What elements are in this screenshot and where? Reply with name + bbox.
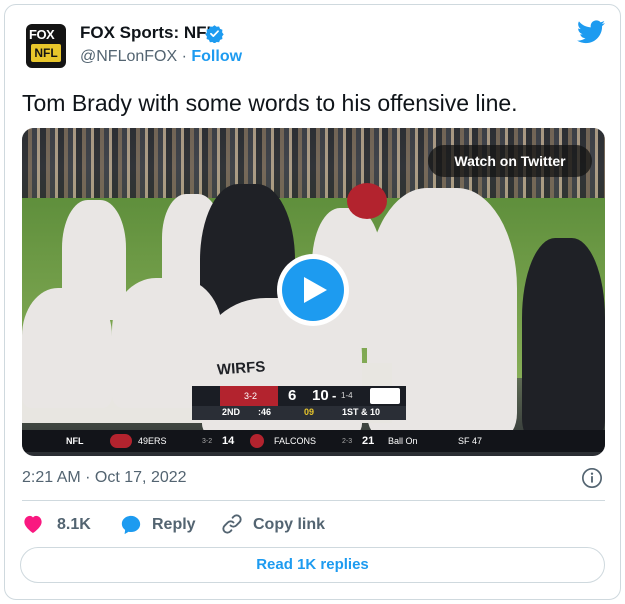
like-count[interactable]: 8.1K bbox=[57, 516, 91, 534]
follow-link[interactable]: Follow bbox=[191, 48, 242, 65]
avatar-fox-text: FOX bbox=[29, 27, 55, 42]
reply-button[interactable]: Reply bbox=[152, 516, 196, 534]
info-icon[interactable] bbox=[581, 467, 603, 489]
play-button-circle bbox=[282, 259, 344, 321]
ticker-ball-position: SF 47 bbox=[458, 436, 483, 446]
author-name[interactable]: FOX Sports: NFL bbox=[80, 23, 217, 43]
ticker-ball-on: Ball On bbox=[388, 436, 418, 446]
falcons-logo bbox=[250, 434, 264, 448]
player-figure bbox=[22, 288, 112, 408]
play-clock: 09 bbox=[304, 407, 315, 417]
heart-icon[interactable] bbox=[22, 514, 44, 534]
play-icon bbox=[304, 277, 327, 303]
avatar-nfl-text: NFL bbox=[31, 44, 61, 62]
handle-separator: · bbox=[177, 48, 192, 65]
link-icon[interactable] bbox=[220, 512, 244, 536]
twitter-bird-icon[interactable] bbox=[577, 20, 605, 44]
jersey-name: WIRFS bbox=[216, 358, 266, 379]
down-distance: 1ST & 10 bbox=[342, 407, 381, 417]
copy-link-button[interactable]: Copy link bbox=[253, 516, 325, 534]
handle-row: @NFLonFOX · Follow bbox=[80, 48, 242, 66]
scorebug-team1: 3-2 bbox=[220, 386, 278, 406]
team2-score-suffix: - bbox=[332, 388, 337, 403]
ticker-team-b-record: 2-3 bbox=[342, 438, 353, 445]
ticker-team-b-score: 21 bbox=[362, 435, 375, 447]
ticker-team-a-score: 14 bbox=[222, 435, 235, 447]
steelers-logo bbox=[370, 388, 400, 404]
avatar[interactable]: FOX NFL bbox=[26, 24, 66, 68]
tweet-text: Tom Brady with some words to his offensi… bbox=[22, 90, 518, 116]
video-thumbnail[interactable]: WIRFS 3-2 6 10 - 1-4 2ND :46 09 1ST & 10… bbox=[22, 128, 605, 456]
author-handle[interactable]: @NFLonFOX bbox=[80, 48, 177, 65]
49ers-logo bbox=[110, 434, 132, 448]
team1-score: 6 bbox=[288, 387, 297, 404]
verified-badge-icon bbox=[205, 25, 224, 43]
team2-record: 1-4 bbox=[341, 391, 353, 400]
divider bbox=[22, 500, 605, 501]
scorebug-bottom: 2ND :46 09 1ST & 10 bbox=[192, 406, 406, 420]
reply-bubble-icon[interactable] bbox=[120, 514, 142, 536]
ticker-team-a-record: 3-2 bbox=[202, 438, 213, 445]
ticker-team-a: 49ERS bbox=[138, 436, 167, 446]
team2-score: 10 bbox=[312, 387, 329, 404]
game-clock: :46 bbox=[258, 407, 272, 417]
ticker-league: NFL bbox=[66, 436, 84, 446]
scorebug: 3-2 6 10 - 1-4 2ND :46 09 1ST & 10 bbox=[192, 386, 406, 420]
ticker-team-b: FALCONS bbox=[274, 436, 317, 446]
helmet bbox=[347, 183, 387, 219]
quarter: 2ND bbox=[222, 407, 241, 417]
tweet-timestamp[interactable]: 2:21 AM · Oct 17, 2022 bbox=[22, 469, 187, 487]
read-replies-button[interactable]: Read 1K replies bbox=[20, 547, 605, 583]
player-figure bbox=[522, 238, 605, 438]
team1-record: 3-2 bbox=[244, 391, 258, 401]
play-button[interactable] bbox=[277, 254, 349, 326]
score-ticker: NFL 49ERS 3-2 14 FALCONS 2-3 21 Ball On … bbox=[22, 430, 605, 452]
watch-on-twitter-button[interactable]: Watch on Twitter bbox=[428, 145, 592, 177]
